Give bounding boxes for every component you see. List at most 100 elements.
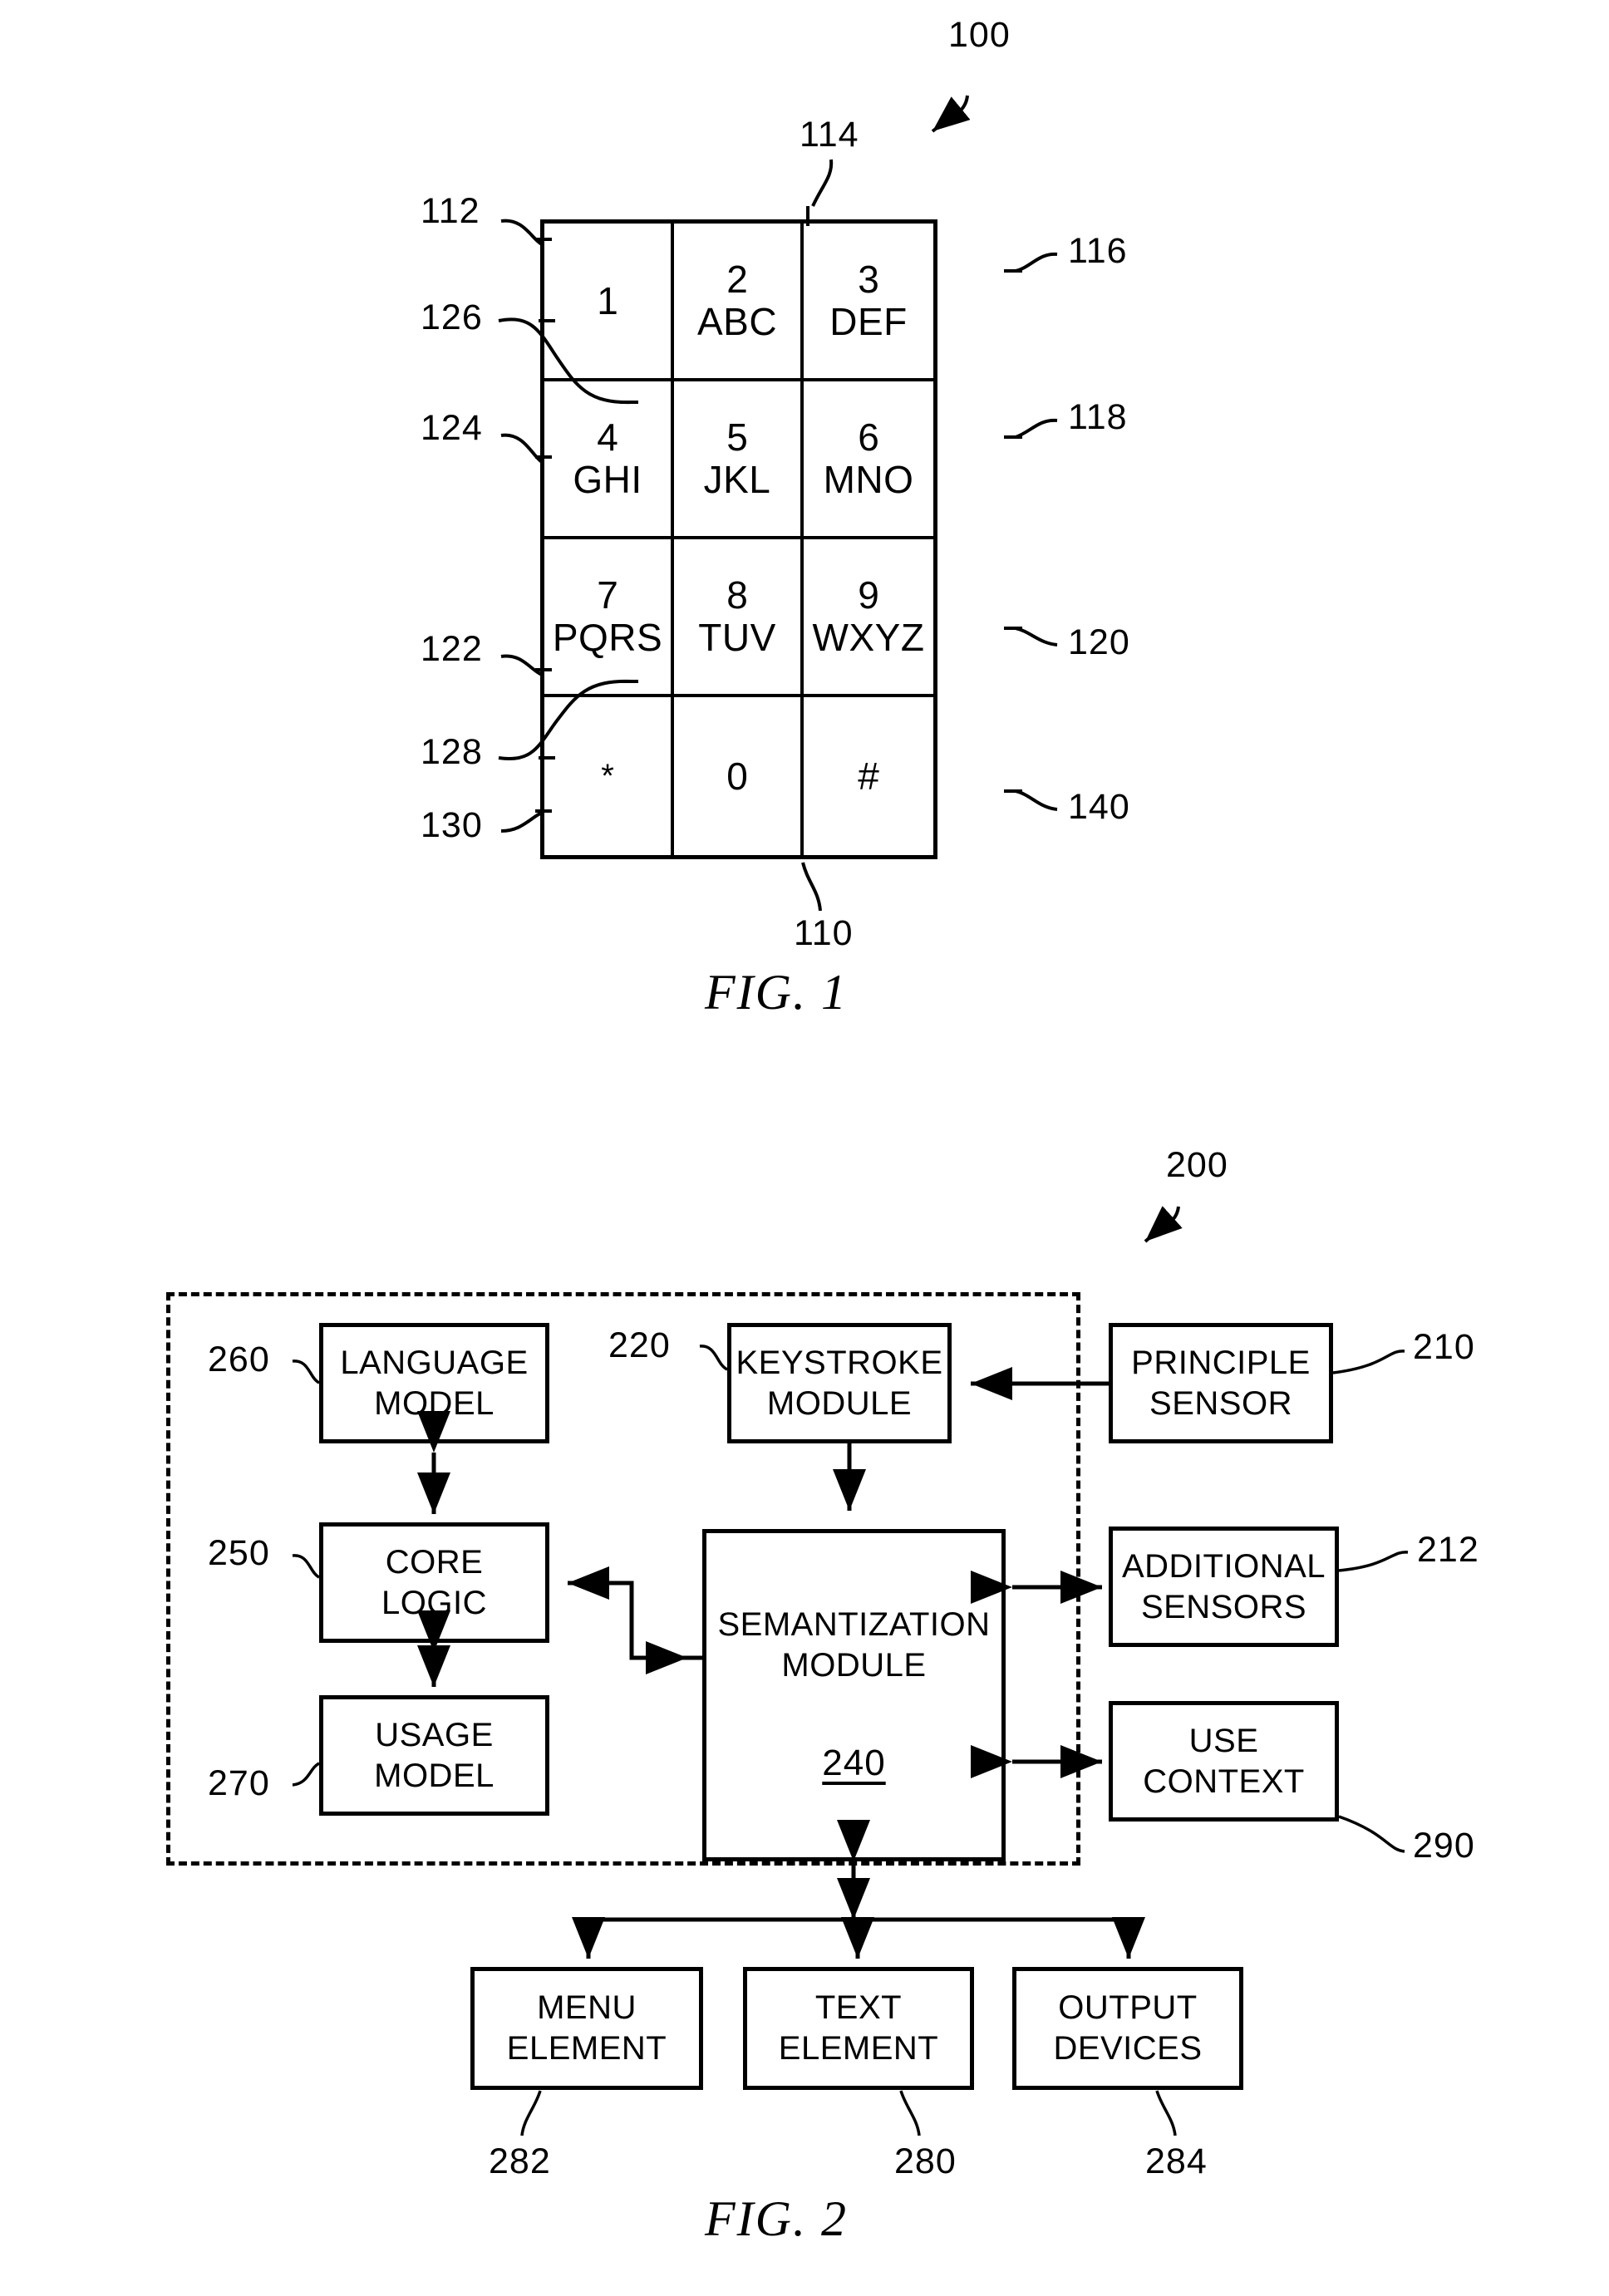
ref-numeral-122: 122 [421, 629, 483, 669]
block-line-1: LANGUAGE [340, 1344, 529, 1381]
key-digit: 6 [858, 415, 879, 460]
key-digit: 1 [597, 278, 618, 322]
block-core-logic[interactable]: CORE LOGIC [319, 1522, 549, 1643]
block-line-1: KEYSTROKE [736, 1344, 943, 1381]
ref-numeral-128: 128 [421, 732, 483, 772]
key-digit: 9 [858, 573, 879, 617]
ref-numeral-250: 250 [208, 1533, 270, 1573]
block-line-1: TEXT [814, 1989, 903, 2027]
block-line-2: SENSORS [1140, 1588, 1307, 1625]
leader-116 [1015, 252, 1058, 273]
block-line-2: CONTEXT [1143, 1763, 1305, 1800]
block-language-model[interactable]: LANGUAGE MODEL [319, 1323, 549, 1443]
block-line-2: DEVICES [1053, 2030, 1203, 2067]
ref-numeral-210: 210 [1413, 1327, 1475, 1367]
key-letters: MNO [823, 458, 914, 501]
block-line-1: SEMANTIZATION [717, 1606, 991, 1644]
keypad-key-0[interactable]: 0 [674, 697, 804, 855]
block-line-1: USE [1188, 1722, 1259, 1759]
keypad-key-7[interactable]: 7 PQRS [544, 539, 674, 697]
key-digit: 8 [726, 573, 748, 617]
key-digit: * [601, 757, 614, 794]
keypad-key-6[interactable]: 6 MNO [804, 381, 933, 539]
key-letters: DEF [829, 300, 908, 343]
leader-290 [1338, 1815, 1405, 1853]
ref-numeral-140: 140 [1068, 787, 1130, 827]
key-letters: ABC [696, 300, 778, 343]
block-semantization-module[interactable]: SEMANTIZATION MODULE 240 [702, 1529, 1006, 1861]
leader-112 [500, 219, 544, 246]
leader-110 [801, 862, 822, 912]
ref-numeral-280: 280 [894, 2141, 957, 2181]
ref-numeral-110: 110 [794, 913, 854, 953]
block-line-1: USAGE [375, 1716, 494, 1753]
block-line-1: CORE [385, 1543, 484, 1581]
block-line-1: PRINCIPLE [1131, 1344, 1311, 1381]
leader-118 [1015, 418, 1058, 439]
ref-numeral-290: 290 [1413, 1826, 1475, 1866]
keypad-key-2[interactable]: 2 ABC [674, 224, 804, 381]
leader-130 [500, 811, 543, 833]
key-letters: PQRS [552, 616, 663, 659]
ref-numeral-130: 130 [421, 805, 483, 845]
ref-numeral-118: 118 [1068, 397, 1128, 437]
leader-282 [520, 2090, 542, 2136]
ref-numeral-100: 100 [948, 15, 1011, 55]
leader-114 [811, 159, 834, 207]
key-digit: 7 [597, 573, 618, 617]
key-digit: 3 [858, 258, 879, 302]
block-principle-sensor[interactable]: PRINCIPLE SENSOR [1109, 1323, 1333, 1443]
block-output-devices[interactable]: OUTPUT DEVICES [1012, 1967, 1243, 2090]
key-letters: WXYZ [812, 616, 925, 659]
block-line-2: SENSOR [1149, 1384, 1292, 1422]
ref-numeral-284: 284 [1145, 2141, 1208, 2181]
block-line-2: MODEL [374, 1384, 495, 1422]
block-text-element[interactable]: TEXT ELEMENT [743, 1967, 974, 2090]
keypad-key-star[interactable]: * [544, 697, 674, 855]
keypad-key-5[interactable]: 5 JKL [674, 381, 804, 539]
block-line-1: OUTPUT [1058, 1989, 1198, 2027]
leader-210 [1332, 1350, 1405, 1374]
leader-122 [500, 654, 543, 676]
keypad-key-3[interactable]: 3 DEF [804, 224, 933, 381]
figure-1-caption: FIG. 1 [705, 965, 848, 1020]
ref-numeral-112: 112 [421, 191, 480, 231]
ref-numeral-270: 270 [208, 1763, 270, 1803]
block-line-2: ELEMENT [506, 2030, 667, 2067]
telephone-keypad[interactable]: 1 2 ABC 3 DEF 4 GHI 5 JKL 6 MNO 7 PQRS 8 [540, 219, 937, 859]
ref-numeral-200: 200 [1166, 1145, 1228, 1185]
block-line-2: ELEMENT [778, 2030, 939, 2067]
ref-numeral-282: 282 [489, 2141, 551, 2181]
block-line-2: MODULE [781, 1647, 927, 1684]
block-line-2: MODULE [766, 1384, 913, 1422]
keypad-key-hash[interactable]: # [804, 697, 933, 855]
block-additional-sensors[interactable]: ADDITIONAL SENSORS [1109, 1527, 1339, 1647]
block-usage-model[interactable]: USAGE MODEL [319, 1695, 549, 1816]
block-line-1: ADDITIONAL [1121, 1547, 1326, 1585]
keypad-key-9[interactable]: 9 WXYZ [804, 539, 933, 697]
keypad-key-1[interactable]: 1 [544, 224, 674, 381]
ref-numeral-114: 114 [800, 115, 859, 155]
block-keystroke-module[interactable]: KEYSTROKE MODULE [727, 1323, 952, 1443]
block-use-context[interactable]: USE CONTEXT [1109, 1701, 1339, 1822]
key-letters: TUV [698, 616, 776, 659]
ref-numeral-260: 260 [208, 1340, 270, 1379]
key-digit: # [858, 754, 879, 798]
keypad-key-4[interactable]: 4 GHI [544, 381, 674, 539]
block-menu-element[interactable]: MENU ELEMENT [470, 1967, 703, 2090]
key-digit: 2 [726, 258, 748, 302]
ref-numeral-220: 220 [608, 1325, 671, 1365]
key-digit: 5 [726, 415, 748, 460]
leader-284 [1155, 2090, 1177, 2136]
leader-124 [500, 433, 544, 464]
key-letters: JKL [703, 458, 771, 501]
keypad-key-8[interactable]: 8 TUV [674, 539, 804, 697]
leader-280 [899, 2090, 921, 2136]
block-line-2: LOGIC [381, 1584, 487, 1621]
ref-numeral-124: 124 [421, 408, 483, 448]
key-digit: 4 [597, 415, 618, 460]
leader-200 [1144, 1206, 1183, 1243]
leader-140 [1015, 789, 1058, 811]
ref-numeral-120: 120 [1068, 622, 1130, 662]
block-tag-240: 240 [822, 1742, 886, 1783]
